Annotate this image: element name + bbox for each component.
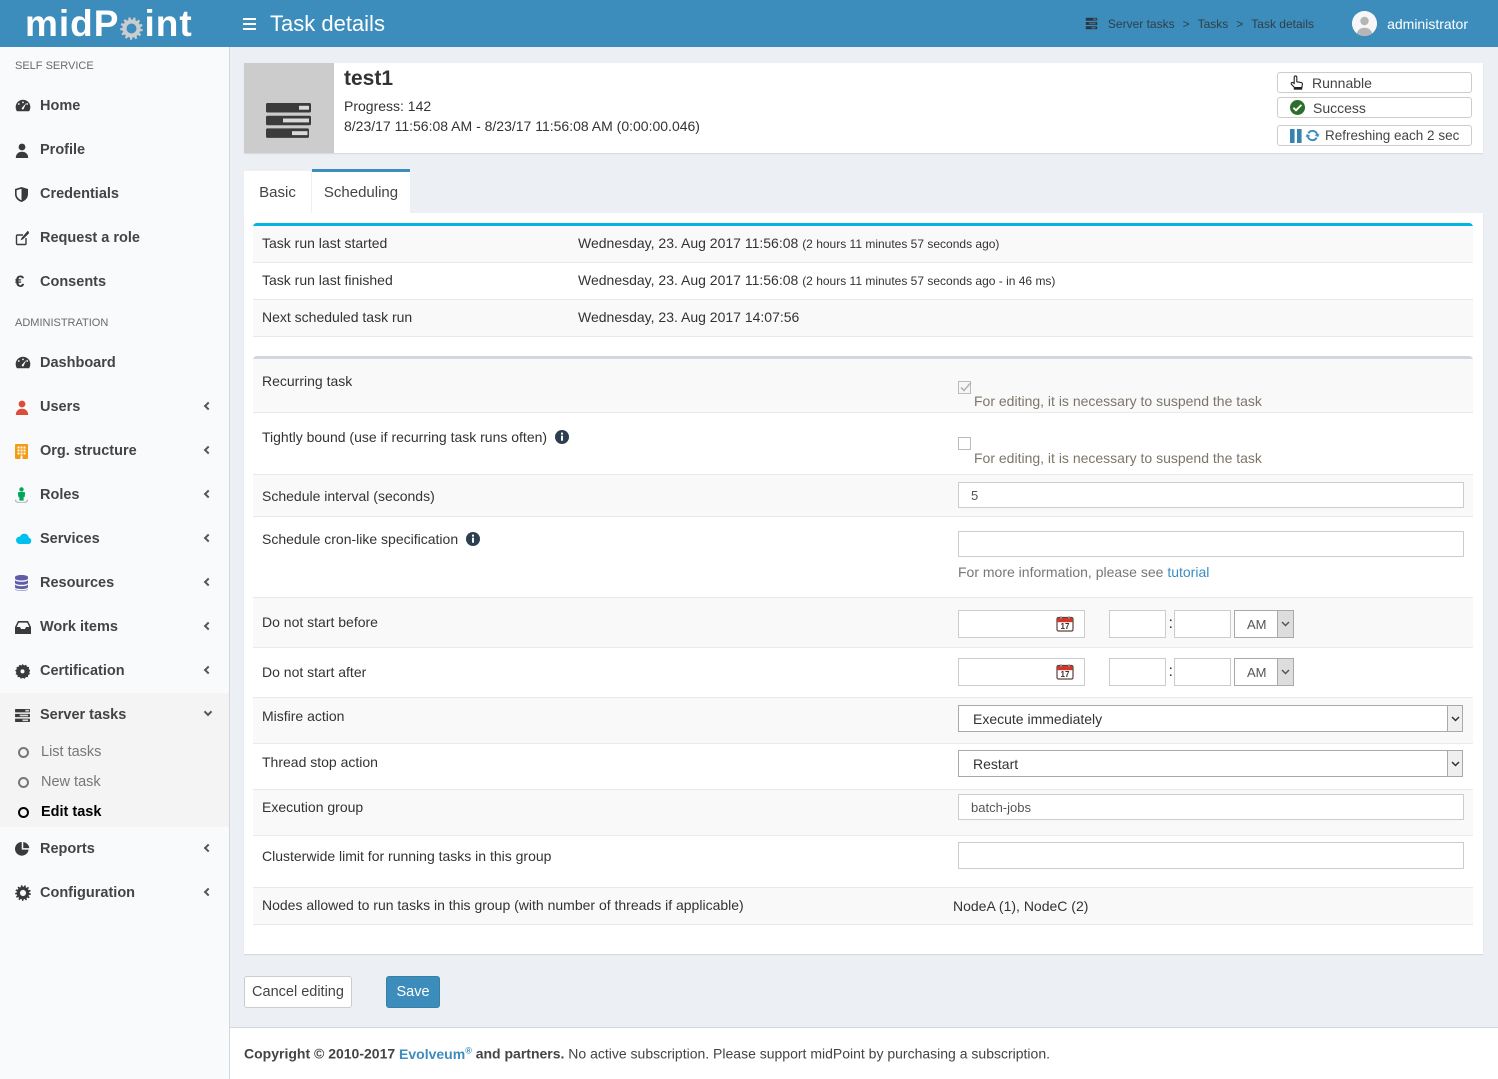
svg-text:17: 17: [1061, 622, 1070, 631]
svg-text:17: 17: [1061, 670, 1070, 679]
